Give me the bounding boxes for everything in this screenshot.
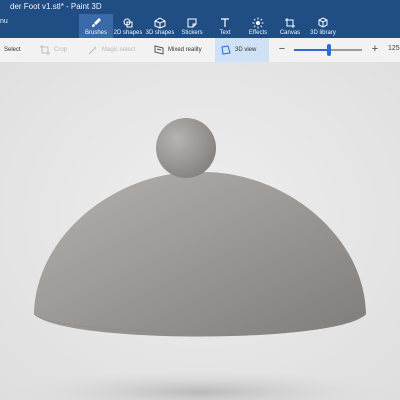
menu-label[interactable]: nu <box>0 18 8 25</box>
tab-stickers[interactable]: Stickers <box>175 14 209 38</box>
tab-label: Canvas <box>279 29 301 36</box>
mixed-reality-button[interactable]: Mixed reality <box>154 38 202 62</box>
zoom-out-button[interactable]: − <box>276 43 288 55</box>
tab-text[interactable]: Text <box>208 14 242 38</box>
toolbar: Select Crop Magic select Mixed reality 3… <box>0 38 400 63</box>
tab-label: 3D library <box>310 29 336 36</box>
window-title: der Foot v1.stl* - Paint 3D <box>10 2 102 11</box>
zoom-slider-thumb[interactable] <box>326 44 331 56</box>
3d-view-button[interactable]: 3D view <box>215 38 269 62</box>
crop-button[interactable]: Crop <box>40 38 67 62</box>
tab-label: 2D shapes <box>113 29 143 36</box>
3d-view-icon <box>221 45 231 55</box>
3d-library-icon <box>318 16 328 28</box>
title-bar: der Foot v1.stl* - Paint 3D <box>0 0 400 14</box>
tab-3d-library[interactable]: 3D library <box>306 14 340 38</box>
zoom-slider[interactable] <box>294 44 362 56</box>
zoom-value: 125 <box>388 45 400 52</box>
tab-effects[interactable]: Effects <box>241 14 275 38</box>
crop-label: Crop <box>54 47 68 53</box>
tab-3d-shapes[interactable]: 3D shapes <box>143 14 177 38</box>
effects-icon <box>252 17 264 28</box>
mixed-reality-icon <box>154 45 164 55</box>
select-button[interactable]: Select <box>4 38 21 62</box>
2d-shapes-icon <box>123 18 133 27</box>
magic-select-button[interactable]: Magic select <box>88 38 135 62</box>
mixed-reality-label: Mixed reality <box>168 47 202 53</box>
sticker-icon <box>187 18 197 27</box>
3d-shapes-icon <box>154 16 166 29</box>
ribbon: nu Brushes 2D shapes 3D shapes Stickers <box>0 14 400 38</box>
tab-label: Brushes <box>84 29 107 36</box>
tab-label: Text <box>219 29 231 36</box>
magic-select-label: Magic select <box>102 47 136 53</box>
tab-label: 3D shapes <box>145 29 175 36</box>
knob-model[interactable] <box>156 118 216 178</box>
scene-viewport <box>0 62 400 400</box>
tab-brushes[interactable]: Brushes <box>79 14 113 38</box>
canvas-area[interactable] <box>0 62 400 400</box>
tab-label: Effects <box>248 29 268 36</box>
brush-icon <box>92 17 101 27</box>
tab-2d-shapes[interactable]: 2D shapes <box>111 14 145 38</box>
3d-view-label: 3D view <box>235 47 257 53</box>
zoom-in-button[interactable]: + <box>369 43 381 55</box>
zoom-slider-fill <box>294 49 329 51</box>
magic-select-icon <box>88 46 97 55</box>
tab-label: Stickers <box>181 29 203 36</box>
text-icon <box>221 17 229 27</box>
crop-icon <box>40 45 50 55</box>
tab-canvas[interactable]: Canvas <box>273 14 307 38</box>
canvas-icon <box>285 17 295 28</box>
select-label: Select <box>4 47 21 53</box>
